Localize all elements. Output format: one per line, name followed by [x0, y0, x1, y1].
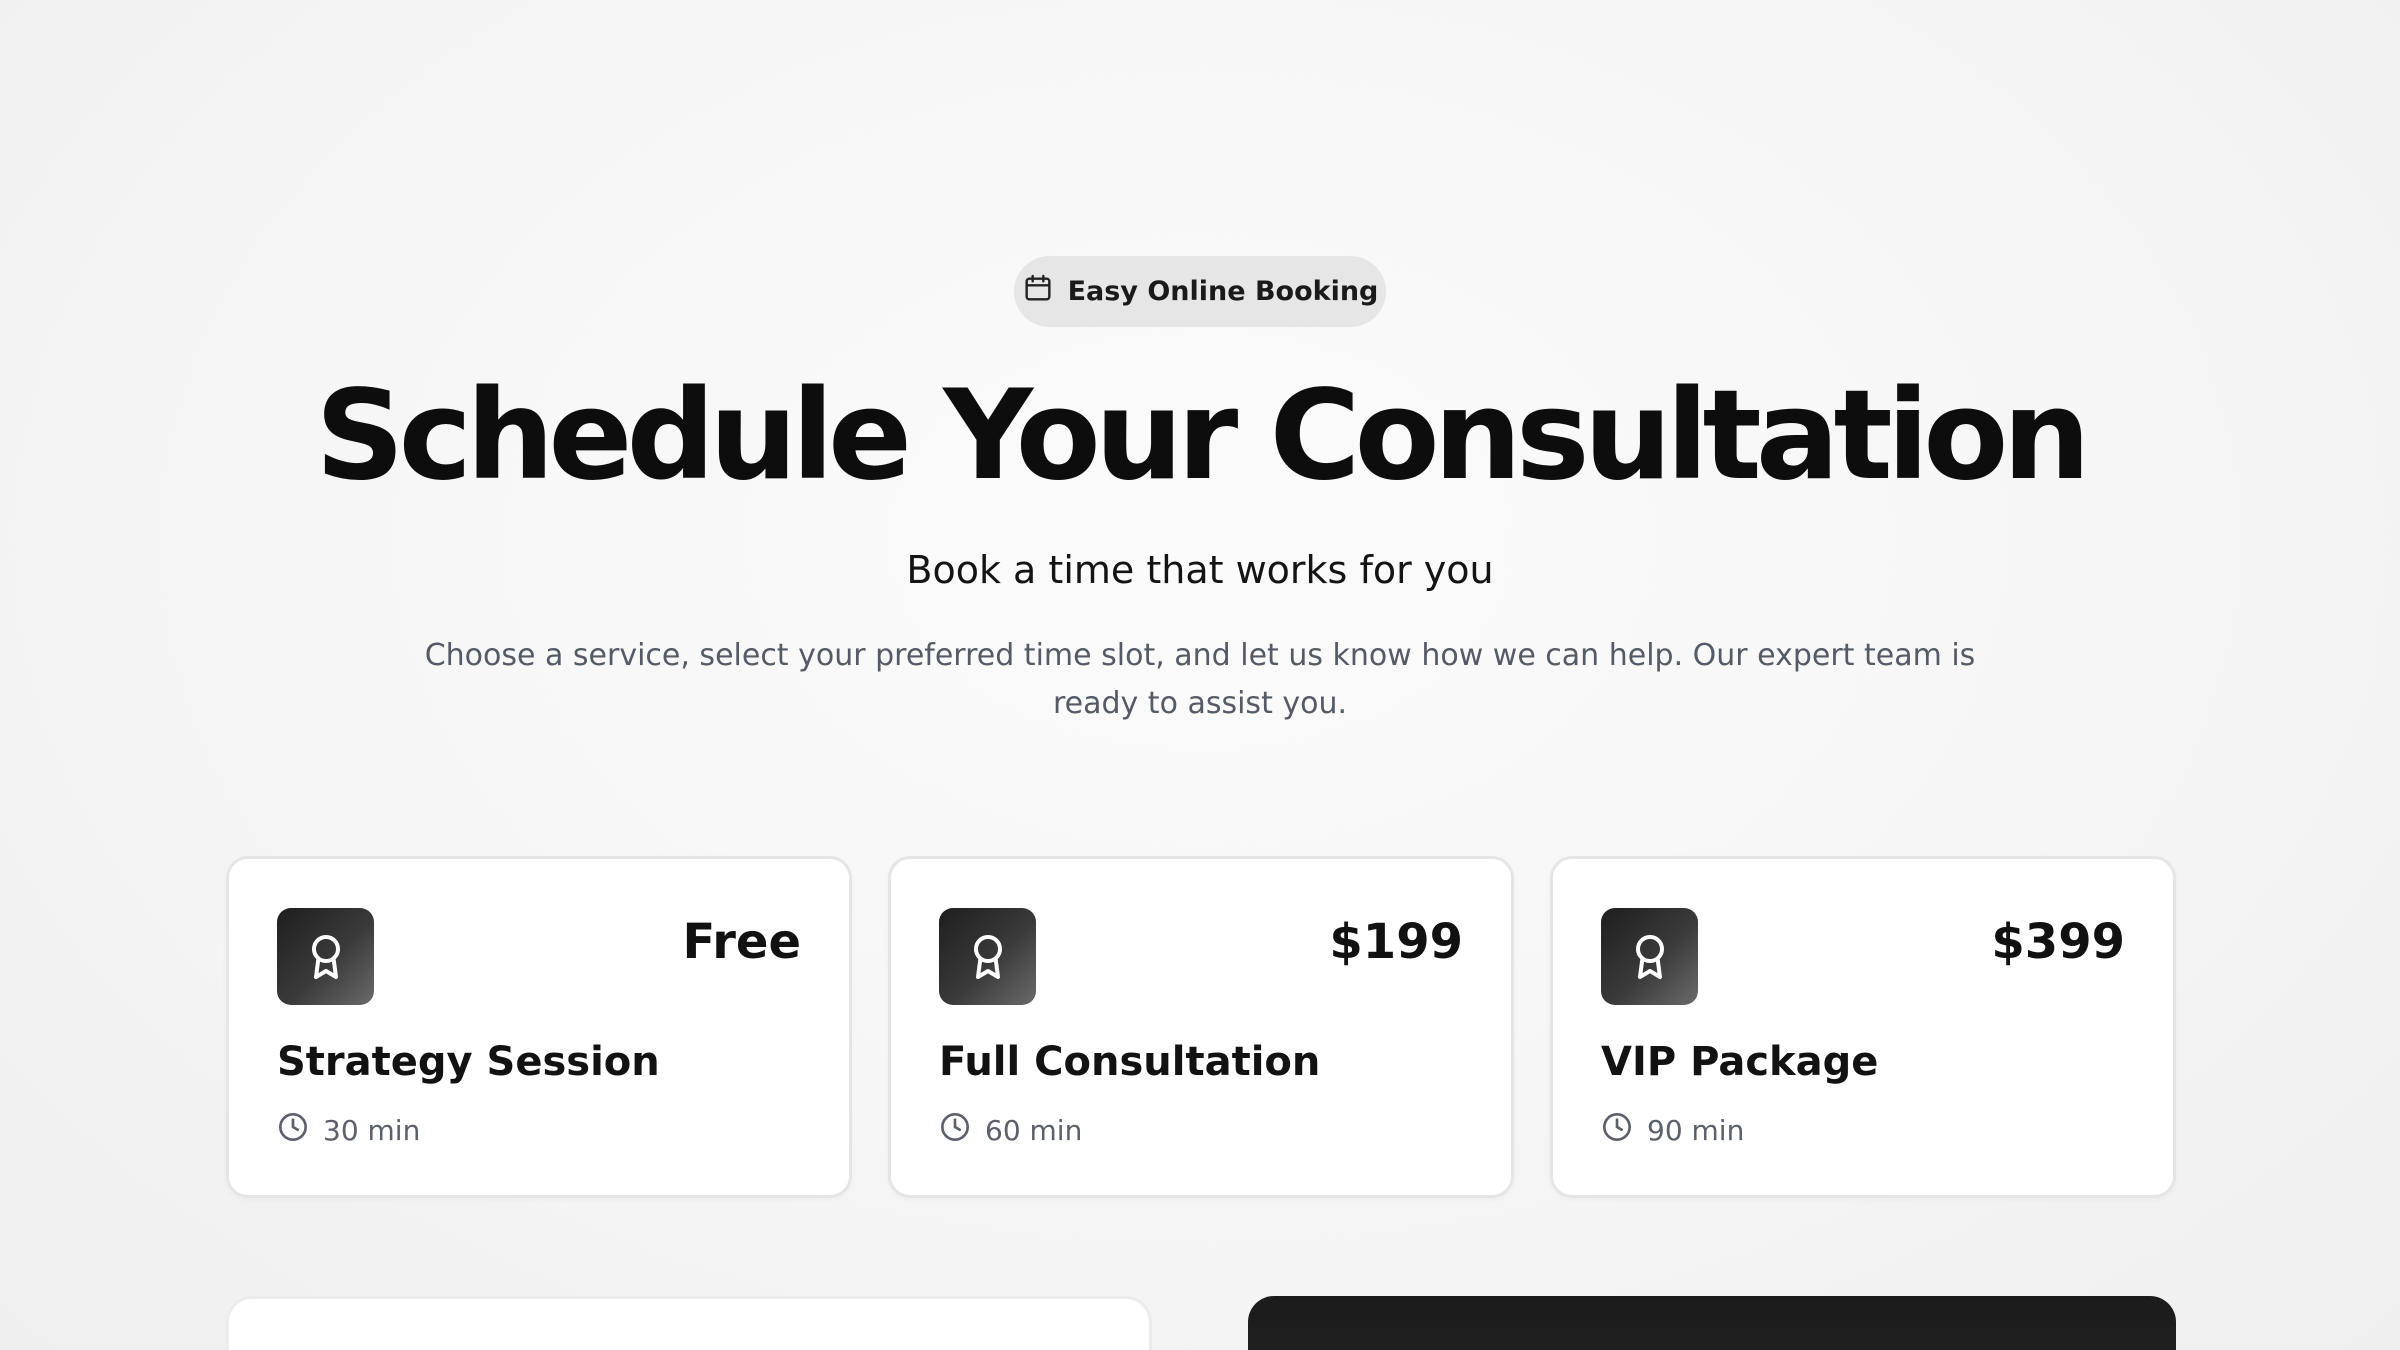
service-card-strategy-session[interactable]: Free Strategy Session 30 min — [226, 856, 852, 1198]
award-icon — [277, 908, 374, 1005]
service-card-vip-package[interactable]: $399 VIP Package 90 min — [1550, 856, 2176, 1198]
service-price: Free — [682, 914, 802, 970]
service-title: Full Consultation — [939, 1039, 1321, 1085]
page-subtitle: Book a time that works for you — [906, 548, 1494, 592]
page-title: Schedule Your Consultation — [315, 364, 2090, 508]
badge-label: Easy Online Booking — [1067, 276, 1379, 307]
service-title: Strategy Session — [277, 1039, 660, 1085]
service-card-full-consultation[interactable]: $199 Full Consultation 60 min — [888, 856, 1514, 1198]
page-description: Choose a service, select your preferred … — [424, 638, 1976, 721]
service-title: VIP Package — [1601, 1039, 1879, 1085]
clock-icon — [939, 1111, 971, 1150]
service-duration: 30 min — [277, 1111, 420, 1150]
service-duration-label: 30 min — [323, 1114, 421, 1147]
service-duration: 60 min — [939, 1111, 1082, 1150]
booking-summary-panel — [1248, 1296, 2176, 1350]
booking-badge: Easy Online Booking — [1014, 256, 1386, 327]
award-icon — [1601, 908, 1698, 1005]
award-icon — [939, 908, 1036, 1005]
clock-icon — [1601, 1111, 1633, 1150]
service-price: $199 — [1329, 914, 1463, 970]
clock-icon — [277, 1111, 309, 1150]
service-cards: Free Strategy Session 30 min $199 Full C… — [226, 856, 2176, 1198]
calendar-icon — [1022, 272, 1054, 311]
service-duration-label: 90 min — [1647, 1114, 1745, 1147]
service-duration: 90 min — [1601, 1111, 1744, 1150]
booking-form-panel — [226, 1296, 1152, 1350]
service-price: $399 — [1991, 914, 2125, 970]
service-duration-label: 60 min — [985, 1114, 1083, 1147]
